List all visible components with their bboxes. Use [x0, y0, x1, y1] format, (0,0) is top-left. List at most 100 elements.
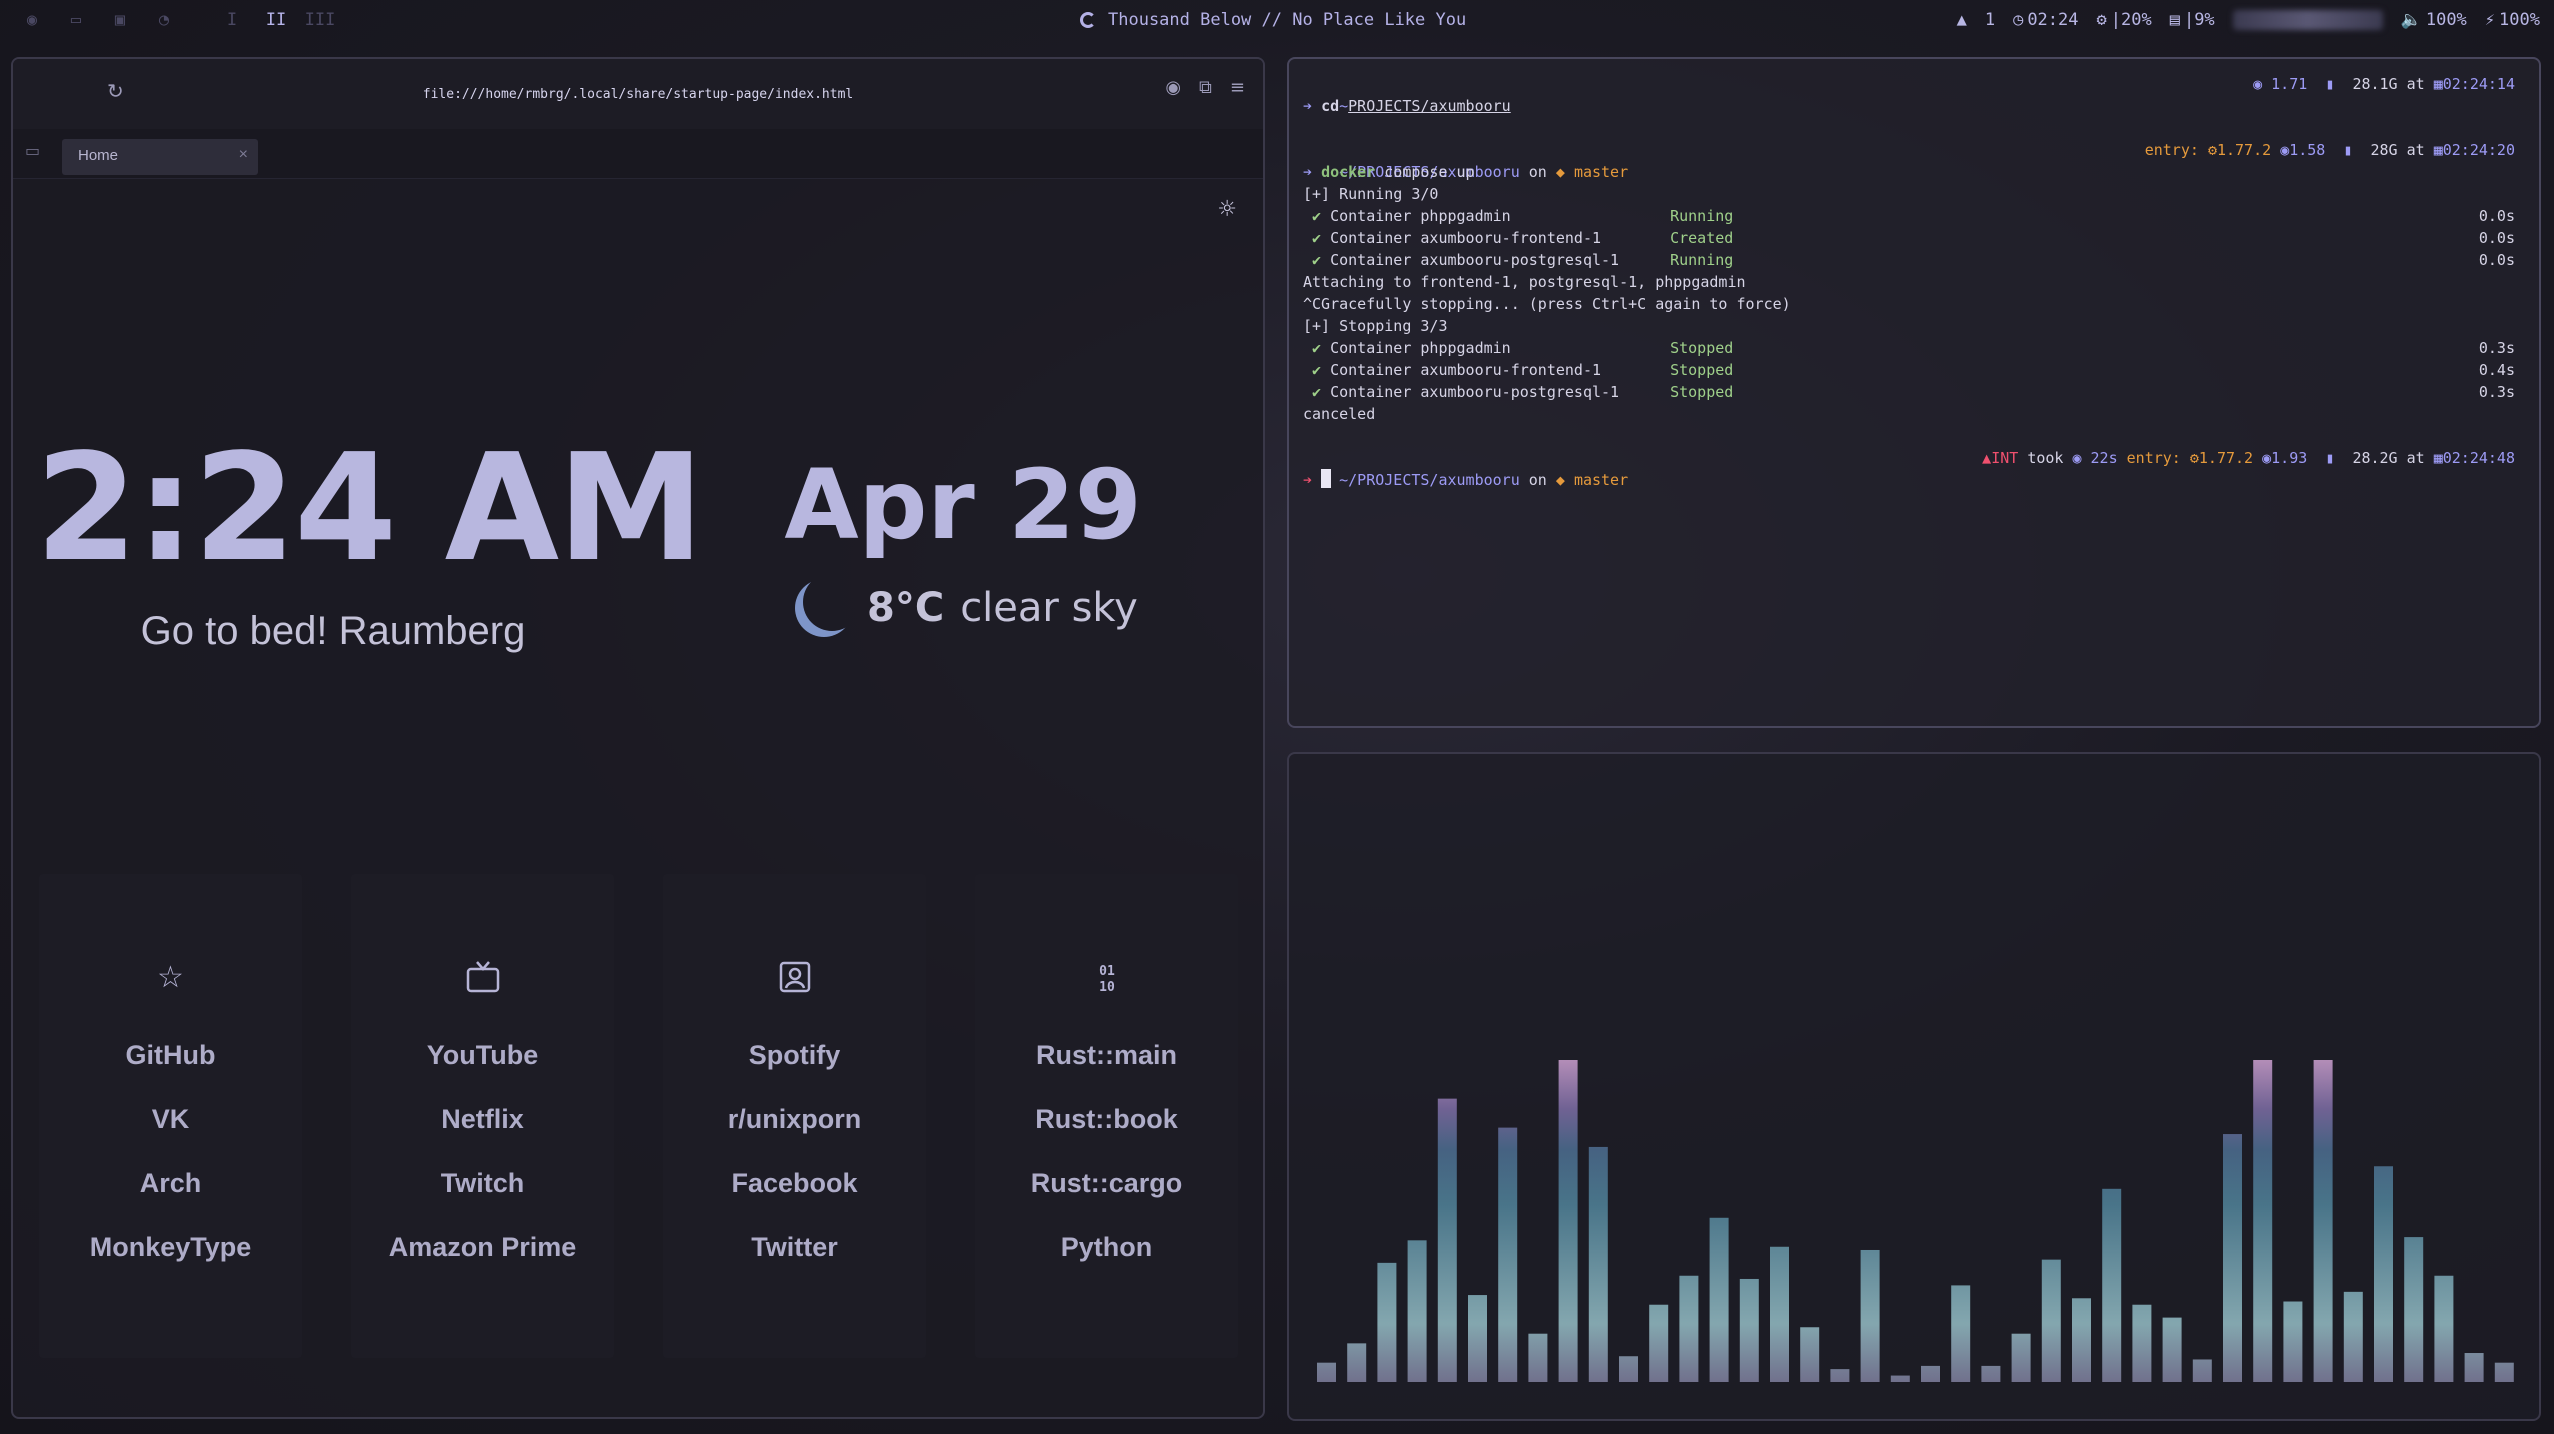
sidebar-toggle-icon[interactable]: ▭ — [25, 141, 40, 160]
visualizer-bar — [1921, 1365, 1940, 1382]
terminal-input-line[interactable]: ➔ — [1303, 469, 2525, 491]
visualizer-bar — [1951, 1285, 1971, 1382]
bookmark-link[interactable]: Rust::book — [975, 1104, 1238, 1135]
duration: 22s — [2090, 449, 2118, 467]
visualizer-bar — [2494, 1362, 2514, 1382]
memory-icon: ▮ — [2325, 75, 2335, 93]
prompt-right-info: ◉ 1.71 ▮ 28.1G at ▦02:24:14 — [2253, 73, 2515, 95]
at-label: at — [2406, 449, 2425, 467]
battery-level: 100% — [2499, 10, 2540, 30]
clock-display: 2:24 AM — [35, 422, 704, 594]
volume-icon[interactable]: 🔈 — [2401, 10, 2422, 30]
visualizer-bar — [1679, 1275, 1699, 1382]
image-icon[interactable]: ▣ — [98, 10, 142, 30]
workspace-2[interactable]: II — [254, 10, 298, 30]
visualizer-bar — [1860, 1249, 1880, 1382]
network-info-blurred — [2232, 10, 2383, 30]
address-field[interactable]: file:///home/rmbrg/.local/share/startup-… — [13, 87, 1263, 102]
rust-icon: ⚙ — [2207, 141, 2217, 159]
volume-level[interactable]: 100% — [2426, 10, 2467, 30]
load-icon: ◉ — [2253, 75, 2272, 93]
visualizer-bar — [1468, 1295, 1487, 1382]
calendar-icon: ▦ — [2433, 141, 2443, 159]
visualizer-bar — [2132, 1304, 2152, 1382]
bookmark-link[interactable]: Facebook — [663, 1168, 926, 1199]
app-launcher-icon[interactable]: ◉ — [10, 10, 54, 30]
bookmark-link[interactable]: Spotify — [663, 1040, 926, 1071]
bookmark-link[interactable]: r/unixporn — [663, 1104, 926, 1135]
command: cd — [1321, 97, 1340, 115]
visualizer-bar — [1770, 1246, 1789, 1382]
memory-usage: |9% — [2183, 10, 2215, 30]
bookmark-link[interactable]: GitHub — [39, 1040, 302, 1071]
bookmark-link[interactable]: Arch — [39, 1168, 302, 1199]
prompt-right-info: entry: ⚙1.77.2 ◉1.58 ▮ 28G at ▦02:24:20 — [2145, 139, 2515, 161]
arch-icon: ▲ — [1956, 10, 1967, 30]
prompt-arrow: ➔ — [1303, 471, 1313, 489]
menu-icon[interactable]: ≡ — [1230, 77, 1245, 98]
terminal-cursor — [1321, 469, 1332, 488]
status-area: ▲ 1 ◷ 02:24 ⚙ |20% ▤ |9% 🔈 100% ⚡ 100% — [1957, 10, 2540, 30]
visualizer-bar — [1709, 1217, 1729, 1382]
tab-home[interactable]: Home × — [62, 139, 258, 175]
visualizer-bar — [1528, 1333, 1548, 1382]
visualizer-bar — [2313, 1060, 2333, 1382]
visualizer-bar — [1830, 1369, 1850, 1382]
bookmark-link[interactable]: Netflix — [351, 1104, 614, 1135]
bookmark-link[interactable]: Rust::main — [975, 1040, 1238, 1071]
exit-status: INT — [1991, 449, 2019, 467]
bookmark-link[interactable]: VK — [39, 1104, 302, 1135]
visualizer-bar — [1981, 1365, 2001, 1382]
warning-icon: ▲ — [1982, 449, 1992, 467]
mem-value: 28.2G — [2352, 449, 2398, 467]
container-row: ✔ Container axumbooru-frontend-1 Stopped 0… — [1312, 361, 2515, 379]
mem-value: 28G — [2370, 141, 2398, 159]
time-value: 02:24:20 — [2442, 141, 2515, 159]
visualizer-bar — [1317, 1362, 1336, 1382]
account-icon[interactable]: ◉ — [1165, 77, 1181, 98]
cpu-icon: ⚙ — [2096, 10, 2107, 30]
workspace-3[interactable]: III — [298, 10, 342, 30]
bookmark-link[interactable]: MonkeyType — [39, 1232, 302, 1263]
memory-icon: ▮ — [2325, 449, 2335, 467]
star-icon: ☆ — [157, 960, 184, 995]
terminal-line: ~/PROJECTS/axumbooru on ◆ master entry: … — [1303, 139, 2525, 181]
url-bar: ↻ file:///home/rmbrg/.local/share/startu… — [13, 59, 1263, 129]
prompt-arrow: ➔ — [1303, 163, 1313, 181]
bookmark-link[interactable]: Python — [975, 1232, 1238, 1263]
at-label: at — [2406, 141, 2425, 159]
workspace-count: 1 — [1984, 10, 1996, 30]
bookmark-link[interactable]: Twitter — [663, 1232, 926, 1263]
visualizer-bar — [2464, 1353, 2484, 1382]
visualizer-bar — [2011, 1333, 2031, 1382]
binary-icon: 01 10 — [975, 960, 1238, 1000]
bookmark-link[interactable]: Twitch — [351, 1168, 614, 1199]
audio-visualizer — [1287, 752, 2541, 1421]
folder-icon[interactable]: ▭ — [54, 10, 98, 30]
sun-icon[interactable]: ☼ — [1217, 197, 1237, 222]
time-value: 02:24:14 — [2442, 75, 2515, 93]
visualizer-bar — [2192, 1359, 2212, 1382]
terminal-line: Attaching to frontend-1, postgresql-1, p… — [1303, 273, 1746, 291]
memory-icon: ▮ — [2343, 141, 2353, 159]
terminal-window[interactable]: ~ ◉ 1.71 ▮ 28.1G at ▦02:24:14 ➔ cd PROJE… — [1287, 57, 2541, 728]
bookmark-link[interactable]: YouTube — [351, 1040, 614, 1071]
visualizer-bar — [2434, 1275, 2454, 1382]
time-value: 02:24:48 — [2442, 449, 2515, 467]
terminal-line: ~ ◉ 1.71 ▮ 28.1G at ▦02:24:14 — [1303, 73, 2525, 115]
entry-label: entry: — [2144, 141, 2199, 159]
workspace-1[interactable]: I — [210, 10, 254, 30]
now-playing[interactable]: Thousand Below // No Place Like You — [1080, 10, 1466, 30]
visualizer-bar — [1890, 1375, 1910, 1382]
load-value: 1.71 — [2271, 75, 2308, 93]
pie-icon[interactable]: ◔ — [142, 10, 186, 30]
extensions-icon[interactable]: ⧉ — [1199, 77, 1212, 98]
bookmark-link[interactable]: Amazon Prime — [351, 1232, 614, 1263]
close-tab-icon[interactable]: × — [239, 146, 248, 164]
bookmark-link[interactable]: Rust::cargo — [975, 1168, 1238, 1199]
svg-text:01: 01 — [1099, 964, 1115, 979]
launcher-icons: ◉ ▭ ▣ ◔ — [10, 10, 186, 30]
container-row: ✔ Container phppgadmin Running 0.0s — [1312, 207, 2515, 225]
visualizer-bar — [1558, 1060, 1578, 1382]
visualizer-bar — [2374, 1166, 2393, 1382]
